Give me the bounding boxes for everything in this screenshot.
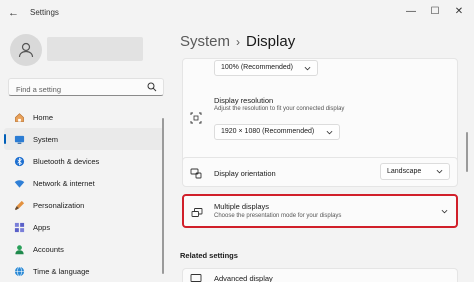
advanced-display-label: Advanced display xyxy=(214,274,273,282)
sidebar-item-network[interactable]: Network & internet xyxy=(4,172,164,194)
user-icon xyxy=(18,42,34,58)
sidebar-item-label: Home xyxy=(33,112,54,122)
sidebar-item-bluetooth[interactable]: Bluetooth & devices xyxy=(4,150,164,172)
sidebar-item-label: Time & language xyxy=(33,266,90,276)
sidebar-nav: Home System Bluetooth & devices Network … xyxy=(4,106,164,282)
multiple-displays-card[interactable] xyxy=(182,194,458,228)
multiple-displays-icon xyxy=(191,208,203,217)
resolution-dropdown[interactable]: 1920 × 1080 (Recommended) xyxy=(214,124,340,140)
chevron-down-icon[interactable] xyxy=(441,208,448,215)
close-icon[interactable]: ✕ xyxy=(452,5,466,19)
page-title: Display xyxy=(246,33,296,50)
resolution-icon xyxy=(190,112,202,124)
orientation-dropdown[interactable]: Landscape xyxy=(380,163,450,180)
resolution-subtitle: Adjust the resolution to fit your connec… xyxy=(214,106,345,112)
scale-value: 100% (Recommended) xyxy=(221,64,293,71)
sidebar: Home System Bluetooth & devices Network … xyxy=(0,26,170,282)
sidebar-item-home[interactable]: Home xyxy=(4,106,164,128)
sidebar-item-label: Personalization xyxy=(33,200,85,210)
app-title: Settings xyxy=(30,8,59,17)
globe-icon xyxy=(13,265,25,277)
related-settings-heading: Related settings xyxy=(180,251,238,260)
orientation-icon xyxy=(190,168,202,179)
search-icon[interactable] xyxy=(147,82,157,92)
chevron-down-icon xyxy=(326,130,333,135)
scale-dropdown[interactable]: 100% (Recommended) xyxy=(214,60,318,76)
brush-icon xyxy=(13,199,25,211)
sidebar-item-personalization[interactable]: Personalization xyxy=(4,194,164,216)
minimize-icon[interactable]: — xyxy=(404,5,418,19)
title-bar: ← Settings — ☐ ✕ xyxy=(0,0,474,26)
resolution-title: Display resolution xyxy=(214,96,274,105)
sidebar-item-label: Apps xyxy=(33,222,51,232)
search-input[interactable] xyxy=(9,81,139,98)
sidebar-item-time-language[interactable]: Time & language xyxy=(4,260,164,282)
orientation-title: Display orientation xyxy=(214,169,276,178)
multiple-displays-subtitle: Choose the presentation mode for your di… xyxy=(214,213,342,219)
chevron-down-icon xyxy=(304,66,311,71)
user-name-redacted xyxy=(47,37,143,61)
avatar[interactable] xyxy=(10,34,42,66)
breadcrumb-root[interactable]: System xyxy=(180,33,230,50)
sidebar-item-label: Network & internet xyxy=(33,178,95,188)
monitor-icon xyxy=(190,274,202,282)
multiple-displays-title: Multiple displays xyxy=(214,202,270,211)
sidebar-item-label: Bluetooth & devices xyxy=(33,156,100,166)
bluetooth-icon xyxy=(13,155,25,167)
sidebar-item-accounts[interactable]: Accounts xyxy=(4,238,164,260)
main-pane: System › Display 100% (Recommended) Displa… xyxy=(176,26,474,282)
breadcrumb-separator: › xyxy=(236,35,241,49)
sidebar-item-label: Accounts xyxy=(33,244,64,254)
orientation-value: Landscape xyxy=(387,168,422,175)
back-arrow-icon[interactable]: ← xyxy=(8,7,20,19)
main-scrollbar[interactable] xyxy=(466,132,468,172)
chevron-down-icon xyxy=(436,169,443,174)
system-icon xyxy=(13,133,25,145)
home-icon xyxy=(13,111,25,123)
wifi-icon xyxy=(13,177,25,189)
resolution-value: 1920 × 1080 (Recommended) xyxy=(221,128,315,135)
sidebar-scrollbar[interactable] xyxy=(162,118,164,274)
sidebar-item-system[interactable]: System xyxy=(4,128,164,150)
search-box[interactable] xyxy=(8,78,164,98)
accounts-icon xyxy=(13,243,25,255)
sidebar-item-label: System xyxy=(33,134,59,144)
maximize-icon[interactable]: ☐ xyxy=(428,5,442,19)
breadcrumb: System › Display xyxy=(180,33,295,50)
apps-icon xyxy=(13,221,25,233)
sidebar-item-apps[interactable]: Apps xyxy=(4,216,164,238)
